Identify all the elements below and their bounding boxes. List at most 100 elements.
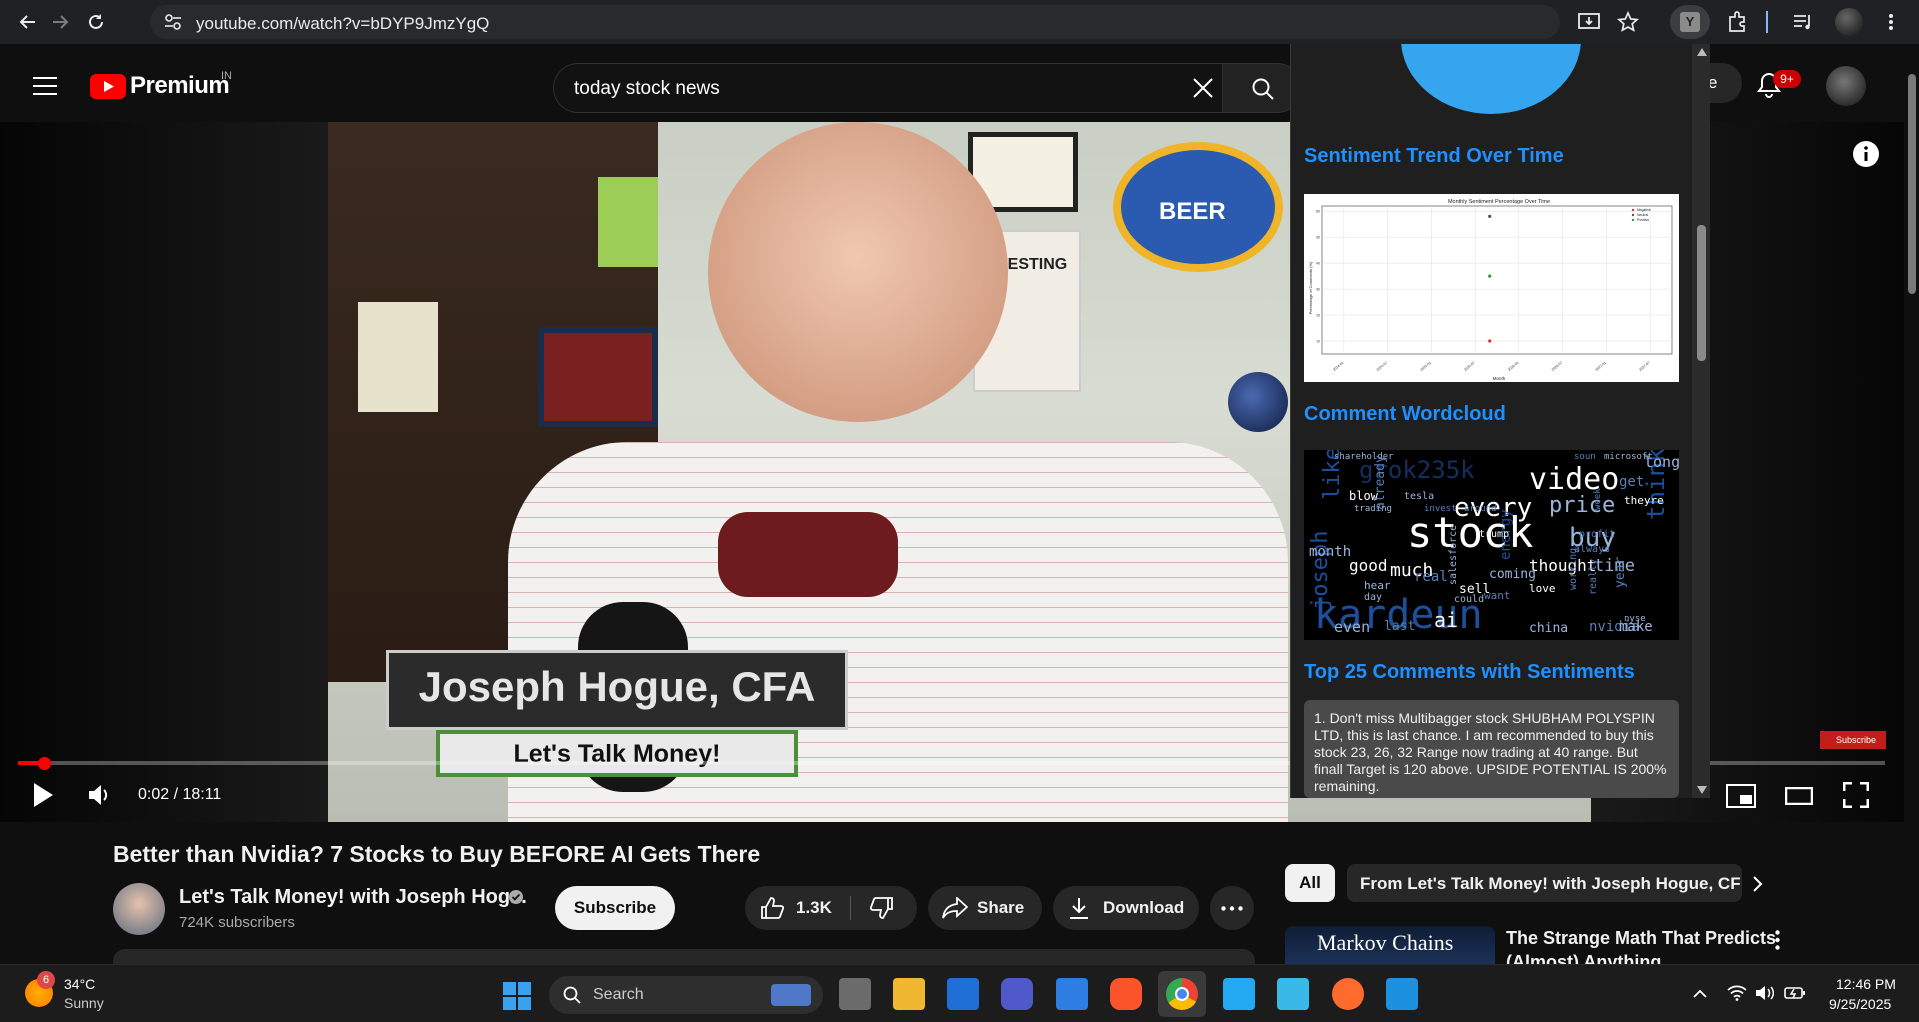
install-app-icon[interactable] bbox=[1578, 12, 1600, 32]
volume-icon[interactable] bbox=[88, 784, 112, 806]
brave-icon[interactable] bbox=[1110, 978, 1142, 1010]
legend-marker bbox=[1631, 208, 1635, 212]
miniplayer-icon[interactable] bbox=[1726, 784, 1756, 808]
legend-marker bbox=[1631, 218, 1635, 222]
postman-icon[interactable] bbox=[1332, 978, 1364, 1010]
media-control-icon[interactable] bbox=[1792, 12, 1814, 32]
wordcloud-word: ai bbox=[1434, 608, 1459, 632]
dislike-button[interactable] bbox=[851, 886, 917, 930]
chip-from-channel[interactable]: From Let's Talk Money! with Joseph Hogue… bbox=[1347, 864, 1742, 902]
info-icon[interactable] bbox=[1852, 140, 1880, 168]
back-button[interactable] bbox=[14, 8, 42, 36]
windows-start-icon[interactable] bbox=[503, 982, 531, 1010]
legend-label: Positive bbox=[1637, 218, 1649, 222]
like-button[interactable]: 1.3K bbox=[745, 886, 850, 930]
channel-avatar[interactable] bbox=[113, 883, 165, 935]
chevron-right-icon[interactable] bbox=[1752, 875, 1764, 893]
popup-scrollbar[interactable] bbox=[1692, 44, 1710, 798]
wifi-icon[interactable] bbox=[1727, 985, 1747, 1001]
subscribe-button[interactable]: Subscribe bbox=[555, 886, 675, 930]
search-input[interactable]: today stock news bbox=[553, 63, 1223, 113]
recommendation-title-line2: (Almost) Anything bbox=[1506, 952, 1662, 964]
powerautomate-icon[interactable] bbox=[947, 978, 979, 1010]
extension-active-button[interactable]: Y bbox=[1670, 5, 1710, 39]
scroll-down-icon[interactable] bbox=[1697, 786, 1707, 794]
hamburger-menu-icon[interactable] bbox=[33, 77, 57, 95]
bow-tie bbox=[718, 512, 898, 597]
legend-label: Neutral bbox=[1637, 213, 1649, 217]
clear-search-icon[interactable] bbox=[1192, 77, 1214, 99]
chrome-taskbar-active[interactable] bbox=[1158, 971, 1206, 1017]
wordcloud-word: really bbox=[1588, 558, 1599, 595]
speaker-head bbox=[708, 122, 1008, 422]
extensions-puzzle-icon[interactable] bbox=[1726, 11, 1748, 33]
share-button[interactable]: Share bbox=[928, 886, 1042, 930]
description-box[interactable] bbox=[113, 949, 1255, 964]
chart-x-tick: 2026-07 bbox=[1551, 361, 1563, 372]
site-settings-icon[interactable] bbox=[164, 14, 182, 30]
wordcloud-word: theyre bbox=[1624, 494, 1664, 507]
profile-avatar[interactable] bbox=[1835, 8, 1863, 36]
bookmark-star-icon[interactable] bbox=[1617, 11, 1639, 33]
taskbar-search-icon bbox=[563, 986, 581, 1004]
download-icon bbox=[1070, 898, 1088, 919]
chart-title: Monthly Sentiment Percentage Over Time bbox=[1448, 199, 1550, 205]
chrome-menu-icon[interactable] bbox=[1888, 13, 1894, 31]
account-avatar[interactable] bbox=[1826, 66, 1866, 106]
wordcloud-heading: Comment Wordcloud bbox=[1304, 403, 1506, 425]
wordcloud-word: even bbox=[1334, 618, 1371, 636]
speaker-icon[interactable] bbox=[1755, 985, 1775, 1001]
weather-badge: 6 bbox=[37, 971, 55, 989]
recommendation-thumbnail[interactable]: Markov Chains bbox=[1285, 926, 1495, 964]
progress-scrubber[interactable] bbox=[38, 757, 51, 770]
chart-y-tick: 60 bbox=[1316, 210, 1320, 214]
clock-time: 12:46 PM bbox=[1836, 976, 1896, 992]
recommendation-more-icon[interactable] bbox=[1775, 930, 1780, 950]
more-actions-button[interactable] bbox=[1210, 886, 1254, 930]
wordcloud-word: hear bbox=[1364, 579, 1391, 592]
player-ambient-left bbox=[0, 122, 328, 822]
chip-all[interactable]: All bbox=[1285, 864, 1335, 902]
photos-icon[interactable] bbox=[1386, 978, 1418, 1010]
taskbar-search-label: Search bbox=[593, 986, 644, 1003]
task-view-icon[interactable] bbox=[839, 978, 871, 1010]
notepad-icon[interactable] bbox=[1277, 978, 1309, 1010]
tray-chevron-up-icon[interactable] bbox=[1693, 989, 1707, 998]
teams-icon[interactable] bbox=[1001, 978, 1033, 1010]
play-icon[interactable] bbox=[32, 782, 54, 808]
address-bar[interactable]: youtube.com/watch?v=bDYP9JmzYgQ bbox=[150, 5, 1560, 39]
fullscreen-icon[interactable] bbox=[1843, 782, 1869, 808]
legend-label: Negative bbox=[1637, 208, 1651, 212]
wordcloud-word: china bbox=[1529, 621, 1569, 636]
taskbar-search[interactable]: Search bbox=[549, 976, 823, 1014]
theater-mode-icon[interactable] bbox=[1785, 787, 1813, 805]
comments-heading: Top 25 Comments with Sentiments bbox=[1304, 661, 1635, 683]
like-count: 1.3K bbox=[796, 898, 832, 917]
download-button[interactable]: Download bbox=[1053, 886, 1199, 930]
chrome-icon bbox=[1166, 978, 1198, 1010]
region-code: IN bbox=[221, 70, 232, 82]
channel-name[interactable]: Let's Talk Money! with Joseph Hog... bbox=[179, 886, 527, 909]
forward-button[interactable] bbox=[46, 8, 74, 36]
page-scroll-thumb[interactable] bbox=[1908, 74, 1916, 294]
reload-button[interactable] bbox=[82, 8, 110, 36]
page-scrollbar[interactable] bbox=[1904, 70, 1919, 964]
popup-scroll-thumb[interactable] bbox=[1697, 225, 1706, 361]
globe bbox=[1228, 372, 1288, 432]
scroll-up-icon[interactable] bbox=[1697, 48, 1707, 56]
store-icon[interactable] bbox=[1056, 978, 1088, 1010]
chart-x-tick: 2027-07 bbox=[1638, 361, 1650, 372]
forward-arrow-icon bbox=[53, 15, 69, 29]
weather-temp: 34°C bbox=[64, 976, 96, 992]
recommendation-title[interactable]: The Strange Math That Predicts bbox=[1506, 928, 1776, 949]
clock-date: 9/25/2025 bbox=[1829, 996, 1892, 1012]
file-explorer-icon[interactable] bbox=[893, 978, 925, 1010]
battery-icon[interactable] bbox=[1784, 985, 1806, 1001]
chart-y-tick: 40 bbox=[1316, 262, 1320, 266]
vscode-icon[interactable] bbox=[1223, 978, 1255, 1010]
wordcloud-word: tesla bbox=[1404, 491, 1435, 502]
toolbar-divider bbox=[1766, 11, 1768, 33]
wordcloud-word: month bbox=[1309, 544, 1352, 560]
chart-y-tick: 20 bbox=[1316, 314, 1320, 318]
subscribe-watermark[interactable]: Subscribe bbox=[1820, 731, 1886, 749]
